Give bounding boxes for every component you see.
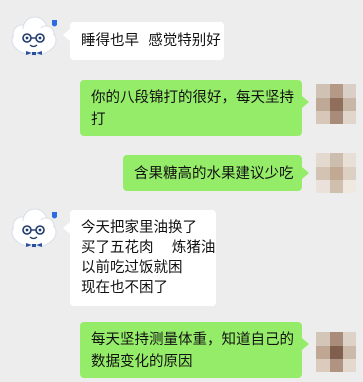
user-avatar[interactable] <box>316 153 356 193</box>
message-text: 数据变化的原因 <box>91 354 193 370</box>
bubble-tail <box>63 29 70 41</box>
bubble-tail <box>302 167 309 179</box>
message-bubble-incoming[interactable]: 睡得也早 感觉特别好 <box>70 22 224 60</box>
message-text: 你的八段锦打的很好，每天坚持 <box>91 90 294 106</box>
message-text: 含果糖高的水果建议少吃 <box>134 166 294 182</box>
bubble-tail <box>302 338 309 350</box>
bot-avatar[interactable] <box>8 204 60 250</box>
message-text: 睡得也早 感觉特别好 <box>81 33 221 49</box>
message-text: 现在也不困了 <box>81 280 168 296</box>
message-text: 以前吃过饭就困 <box>81 260 183 276</box>
user-photo-icon <box>316 153 356 193</box>
user-avatar[interactable] <box>316 84 356 124</box>
message-text: 打 <box>91 112 106 128</box>
bubble-tail <box>63 222 70 234</box>
message-bubble-outgoing[interactable]: 你的八段锦打的很好，每天坚持 打 <box>80 80 302 136</box>
user-photo-icon <box>316 84 356 124</box>
message-text: 每天坚持测量体重，知道自己的 <box>91 332 294 348</box>
message-bubble-outgoing[interactable]: 含果糖高的水果建议少吃 <box>123 155 302 191</box>
bot-avatar[interactable] <box>8 12 60 58</box>
message-bubble-outgoing[interactable]: 每天坚持测量体重，知道自己的 数据变化的原因 <box>80 322 302 378</box>
message-bubble-incoming[interactable]: 今天把家里油换了 买了五花肉 炼猪油 以前吃过饭就困 现在也不困了 <box>70 210 216 306</box>
cloud-mascot-icon <box>11 208 57 248</box>
bubble-tail <box>302 96 309 108</box>
message-text: 买了五花肉 炼猪油 <box>81 240 216 256</box>
cloud-mascot-icon <box>11 16 57 56</box>
user-photo-icon <box>316 332 356 372</box>
user-avatar[interactable] <box>316 332 356 372</box>
message-text: 今天把家里油换了 <box>81 220 197 236</box>
